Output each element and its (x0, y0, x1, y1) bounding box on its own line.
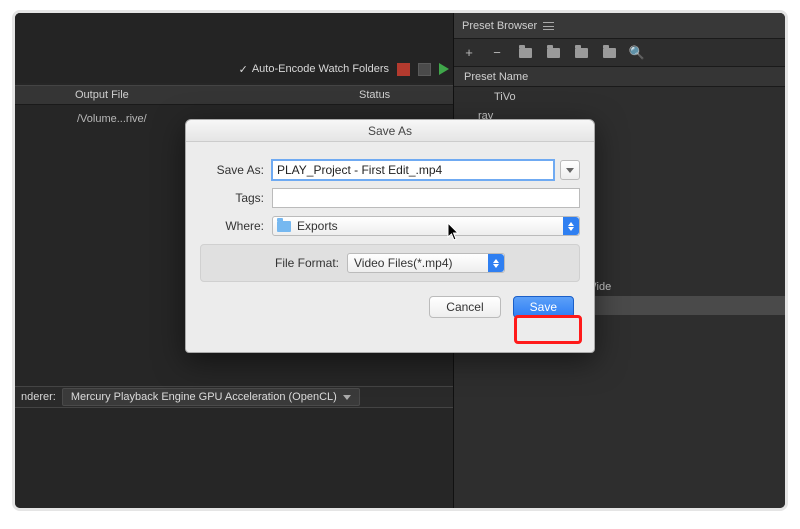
chevron-down-icon (343, 395, 351, 400)
renderer-row: nderer: Mercury Playback Engine GPU Acce… (15, 386, 459, 408)
queue-column-headers: Output File Status (15, 85, 459, 105)
tags-label: Tags: (200, 191, 272, 205)
save-as-label: Save As: (200, 163, 272, 177)
where-select[interactable]: Exports (272, 216, 580, 236)
check-icon: ✓ (239, 63, 248, 76)
dialog-title: Save As (186, 120, 594, 142)
save-as-dialog: Save As Save As: Tags: Where: Exports (185, 119, 595, 353)
file-format-select[interactable]: Video Files(*.mp4) (347, 253, 505, 273)
chevron-down-icon (566, 168, 574, 173)
folder-icon (277, 221, 291, 232)
tags-input[interactable] (272, 188, 580, 208)
queue-topbar: ✓ Auto-Encode Watch Folders (15, 13, 459, 83)
panel-menu-icon[interactable] (543, 22, 554, 30)
add-icon[interactable]: + (462, 46, 476, 60)
preset-browser-header[interactable]: Preset Browser (454, 13, 785, 39)
file-format-label: File Format: (275, 256, 339, 270)
stepper-icon (488, 254, 504, 272)
preset-name-header[interactable]: Preset Name (454, 67, 785, 87)
renderer-label: nderer: (21, 391, 56, 403)
auto-encode-checkbox[interactable]: ✓ Auto-Encode Watch Folders (239, 63, 389, 76)
preset-item[interactable]: TiVo (454, 87, 785, 106)
auto-encode-label: Auto-Encode Watch Folders (252, 63, 389, 75)
stepper-icon (563, 217, 579, 235)
remove-icon[interactable]: − (490, 46, 504, 60)
save-as-input[interactable] (272, 160, 554, 180)
pause-icon[interactable] (418, 63, 431, 76)
search-icon[interactable]: 🔍 (630, 46, 644, 60)
stop-icon[interactable] (397, 63, 410, 76)
queue-row-path[interactable]: /Volume...rive/ (77, 113, 147, 125)
renderer-select[interactable]: Mercury Playback Engine GPU Acceleration… (62, 388, 360, 406)
preset-toolbar: + − 🔍 (454, 39, 785, 67)
save-button[interactable]: Save (513, 296, 574, 318)
col-status[interactable]: Status (359, 89, 459, 101)
export-icon[interactable] (574, 46, 588, 60)
settings-folder-icon[interactable] (602, 46, 616, 60)
history-dropdown-button[interactable] (560, 160, 580, 180)
where-label: Where: (200, 219, 272, 233)
cancel-button[interactable]: Cancel (429, 296, 500, 318)
play-icon[interactable] (439, 63, 449, 75)
import-icon[interactable] (546, 46, 560, 60)
new-folder-icon[interactable] (518, 46, 532, 60)
col-output-file[interactable]: Output File (15, 89, 359, 101)
